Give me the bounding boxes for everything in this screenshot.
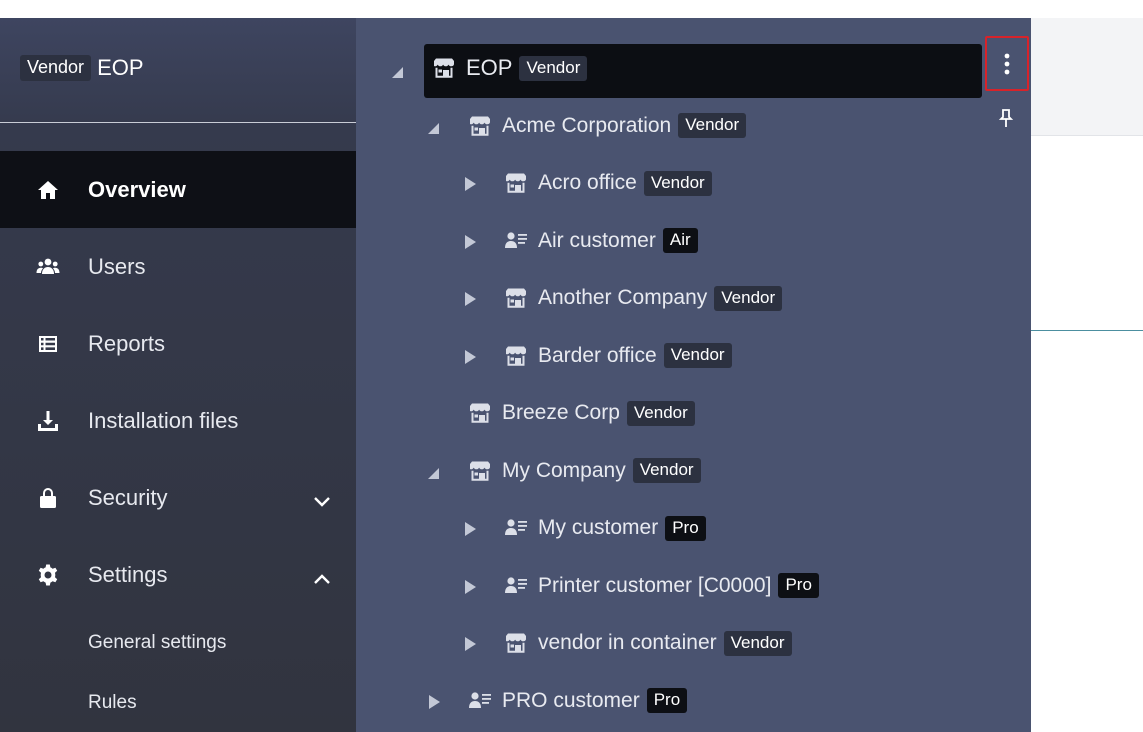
tree-node-badge: Vendor <box>632 458 701 483</box>
tree-node-label: Breeze Corp <box>502 401 620 424</box>
tree-node-badge: Pro <box>646 688 688 713</box>
tree-node-label: My Company <box>502 458 626 482</box>
kebab-icon <box>1004 53 1010 74</box>
customer-icon <box>504 230 528 252</box>
sidebar: Vendor EOP Overview Users Reports Instal… <box>0 18 356 732</box>
brand-badge: Vendor <box>20 55 92 81</box>
store-icon <box>504 345 528 367</box>
sidebar-item-overview[interactable]: Overview <box>0 151 356 228</box>
store-icon <box>468 402 492 424</box>
tree-node-badge: Pro <box>778 573 819 598</box>
tree-node-badge: Vendor <box>714 285 783 311</box>
brand[interactable]: Vendor EOP <box>20 55 144 81</box>
customer-icon <box>504 575 528 597</box>
collapse-triangle-icon[interactable] <box>462 290 478 308</box>
tree-node[interactable]: Acro office Vendor <box>504 163 712 203</box>
gear-icon <box>35 562 61 588</box>
tree-node-badge: Vendor <box>678 113 747 138</box>
sidebar-item-users[interactable]: Users <box>0 228 356 305</box>
sidebar-item-installation-files[interactable]: Installation files <box>0 382 356 459</box>
tree-node-label: My customer <box>538 516 659 539</box>
tree-node[interactable]: PRO customer Pro <box>468 681 688 721</box>
sidebar-item-label: Users <box>88 253 146 279</box>
store-icon <box>504 632 528 654</box>
tree-node-label: EOP <box>466 55 513 80</box>
tree-node-label: PRO customer <box>502 688 640 712</box>
store-icon <box>468 115 492 137</box>
download-icon <box>35 408 61 434</box>
store-icon <box>432 57 456 79</box>
sidebar-item-security[interactable]: Security <box>0 459 356 536</box>
expand-triangle-icon[interactable] <box>426 118 442 136</box>
tree-node[interactable]: vendor in container Vendor <box>504 623 792 663</box>
store-icon <box>504 172 528 194</box>
tree-node-label: vendor in container <box>538 631 717 654</box>
sidebar-subitem-rules[interactable]: Rules <box>0 673 356 732</box>
users-icon <box>35 254 61 280</box>
tree-node[interactable]: Another Company Vendor <box>504 278 783 318</box>
sidebar-subitem-general-settings[interactable]: General settings <box>0 613 356 673</box>
tree-node[interactable]: Printer customer [C0000] Pro <box>504 566 819 606</box>
collapse-triangle-icon[interactable] <box>462 635 478 653</box>
tree-node-badge: Vendor <box>643 170 712 196</box>
tree-node-badge: Air <box>662 228 698 253</box>
tree-node[interactable]: Barder office Vendor <box>504 336 732 376</box>
sidebar-item-label: Settings <box>88 561 168 587</box>
collapse-triangle-icon[interactable] <box>462 348 478 366</box>
pin-icon <box>998 109 1014 127</box>
more-options-button[interactable] <box>985 36 1029 91</box>
collapse-triangle-icon[interactable] <box>462 233 478 251</box>
tree-node[interactable]: Acme Corporation Vendor <box>468 106 747 146</box>
sidebar-item-settings[interactable]: Settings <box>0 536 356 613</box>
content-header <box>1031 18 1143 136</box>
tree-node-badge: Vendor <box>626 400 695 426</box>
sidebar-nav: Overview Users Reports Installation file… <box>0 151 356 732</box>
sidebar-item-reports[interactable]: Reports <box>0 305 356 382</box>
chevron-up-icon[interactable] <box>312 567 332 584</box>
chevron-down-icon[interactable] <box>312 490 332 507</box>
content-divider <box>1031 330 1143 331</box>
home-icon <box>35 177 61 203</box>
tree-node-label: Acme Corporation <box>502 113 672 137</box>
tree-node-label: Barder office <box>538 343 657 367</box>
tree-node-badge: Pro <box>665 515 706 541</box>
customer-icon <box>504 517 528 539</box>
tree-panel: EOP Vendor Acme Corporation Vendor Acro offi… <box>356 18 1031 732</box>
tree-node-label: Printer customer [C0000] <box>538 573 772 597</box>
tree-node-badge: Vendor <box>723 630 792 656</box>
tree-node[interactable]: My customer Pro <box>504 508 706 548</box>
sidebar-item-label: Overview <box>88 176 186 202</box>
store-icon <box>504 287 528 309</box>
sidebar-item-label: Installation files <box>88 407 239 433</box>
collapse-triangle-icon[interactable] <box>462 520 478 538</box>
tree-node-label: Air customer <box>538 228 656 252</box>
collapse-triangle-icon[interactable] <box>426 693 442 711</box>
collapse-triangle-icon[interactable] <box>462 175 478 193</box>
tree-node-badge: Vendor <box>519 55 588 81</box>
sidebar-item-label: Reports <box>88 330 166 356</box>
expand-triangle-icon[interactable] <box>390 62 406 80</box>
pin-button[interactable] <box>998 108 1014 128</box>
store-icon <box>468 460 492 482</box>
tree-node-label: Acro office <box>538 171 637 194</box>
sidebar-subitem-label: Rules <box>88 692 137 713</box>
collapse-triangle-icon[interactable] <box>462 578 478 596</box>
expand-triangle-icon[interactable] <box>426 463 442 481</box>
customer-icon <box>468 690 492 712</box>
sidebar-subitem-label: General settings <box>88 632 227 653</box>
sidebar-item-label: Security <box>88 484 168 510</box>
tree-node[interactable]: Air customer Air <box>504 221 698 261</box>
tree-node[interactable]: My Company Vendor <box>468 451 701 491</box>
tree-node-root[interactable]: EOP Vendor <box>432 48 588 88</box>
reports-icon <box>35 331 61 357</box>
tree-node-label: Another Company <box>538 286 708 309</box>
tree-node[interactable]: Breeze Corp Vendor <box>468 393 695 433</box>
app-root: Vendor EOP Overview Users Reports Instal… <box>0 0 1143 732</box>
lock-icon <box>35 485 61 511</box>
sidebar-divider <box>0 122 356 123</box>
brand-name: EOP <box>97 55 144 80</box>
tree-node-badge: Vendor <box>663 343 732 368</box>
